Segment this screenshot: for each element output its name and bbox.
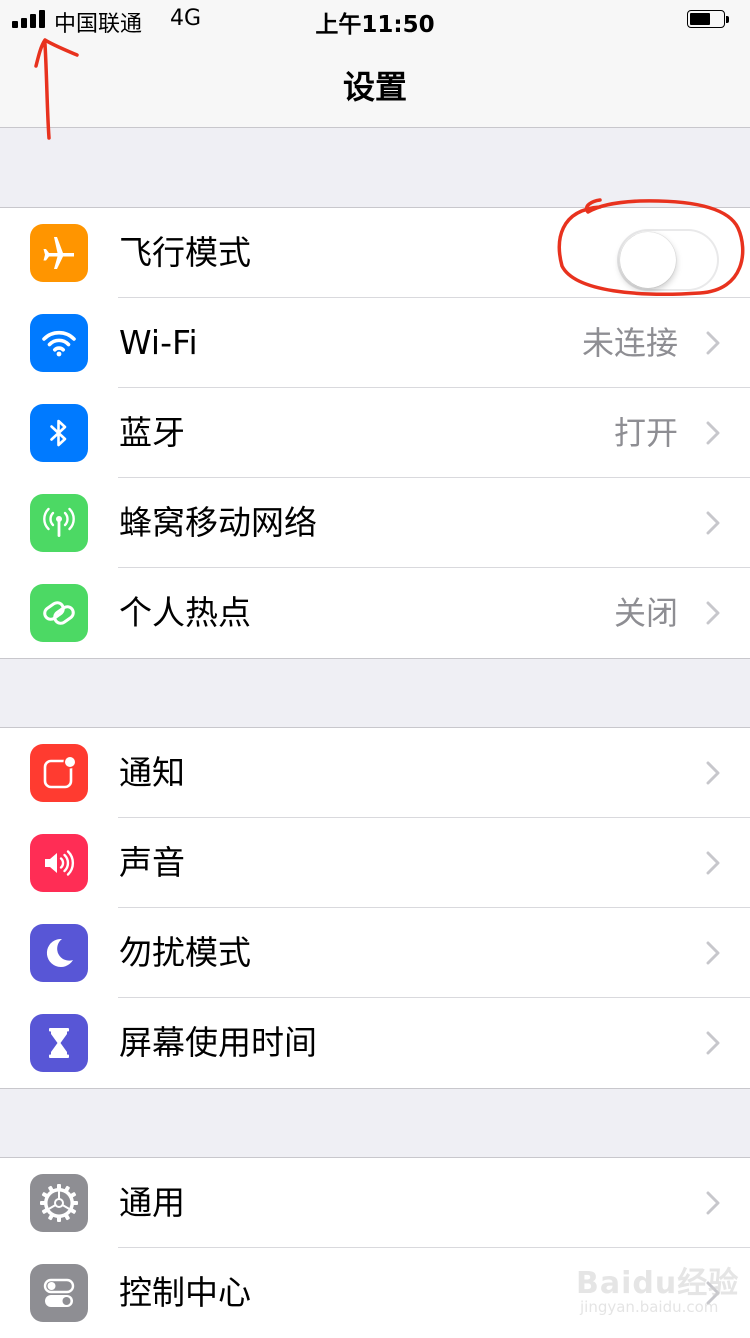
chevron-right-icon: [706, 331, 720, 355]
control-center-icon: [30, 1264, 88, 1322]
airplane-mode-toggle[interactable]: [617, 229, 719, 291]
chevron-right-icon: [706, 601, 720, 625]
status-time: 上午11:50: [315, 12, 435, 38]
hourglass-icon: [30, 1014, 88, 1072]
moon-icon: [30, 924, 88, 982]
settings-row-label: 蓝牙: [119, 413, 185, 452]
settings-row-personal-hotspot[interactable]: 个人热点 关闭: [0, 568, 750, 658]
settings-row-value: 未连接: [581, 324, 678, 362]
settings-row-label: Wi-Fi: [119, 323, 198, 362]
settings-row-screen-time[interactable]: 屏幕使用时间: [0, 998, 750, 1088]
chevron-right-icon: [706, 851, 720, 875]
settings-row-label: 个人热点: [119, 593, 251, 632]
connectivity-group: 飞行模式 Wi-Fi 未连接 蓝牙 打开 蜂窝移动网络 个人热点 关闭: [0, 207, 750, 659]
chevron-right-icon: [706, 1031, 720, 1055]
toggle-knob: [620, 232, 676, 288]
settings-row-notifications[interactable]: 通知: [0, 728, 750, 818]
bluetooth-icon: [30, 404, 88, 462]
settings-row-general[interactable]: 通用: [0, 1158, 750, 1248]
settings-row-label: 屏幕使用时间: [119, 1023, 317, 1062]
settings-row-value: 关闭: [613, 594, 678, 632]
settings-row-cellular[interactable]: 蜂窝移动网络: [0, 478, 750, 568]
watermark-brand: Baidu经验: [576, 1266, 740, 1301]
hotspot-link-icon: [30, 584, 88, 642]
battery-icon: [687, 10, 731, 30]
settings-row-do-not-disturb[interactable]: 勿扰模式: [0, 908, 750, 998]
page-title: 设置: [342, 68, 407, 106]
chevron-right-icon: [706, 511, 720, 535]
chevron-right-icon: [706, 1191, 720, 1215]
airplane-icon: [30, 224, 88, 282]
settings-row-label: 蜂窝移动网络: [119, 503, 317, 542]
settings-row-label: 勿扰模式: [119, 933, 251, 972]
settings-row-sounds[interactable]: 声音: [0, 818, 750, 908]
settings-row-label: 通知: [119, 753, 185, 792]
settings-row-value: 打开: [613, 414, 678, 452]
settings-row-bluetooth[interactable]: 蓝牙 打开: [0, 388, 750, 478]
settings-row-label: 声音: [119, 843, 185, 882]
chevron-right-icon: [706, 421, 720, 445]
red-annotation-overlay: [34, 38, 745, 296]
cellular-antenna-icon: [30, 494, 88, 552]
baidu-jingyan-watermark: Baidu经验 jingyan.baidu.com: [572, 1250, 742, 1324]
speaker-icon: [30, 834, 88, 892]
settings-row-label: 通用: [119, 1183, 185, 1222]
settings-row-airplane-mode: 飞行模式: [0, 208, 750, 298]
notifications-group: 通知 声音 勿扰模式 屏幕使用时间: [0, 727, 750, 1089]
gear-icon: [30, 1174, 88, 1232]
status-bar: 中国联通 4G 上午11:50: [0, 0, 750, 40]
chevron-right-icon: [706, 941, 720, 965]
chevron-right-icon: [706, 761, 720, 785]
notifications-icon: [30, 744, 88, 802]
watermark-url: jingyan.baidu.com: [580, 1298, 719, 1316]
wifi-icon: [30, 314, 88, 372]
settings-row-label: 控制中心: [119, 1273, 251, 1312]
settings-row-wifi[interactable]: Wi-Fi 未连接: [0, 298, 750, 388]
navigation-bar: 设置: [0, 40, 750, 128]
settings-row-label: 飞行模式: [119, 233, 251, 272]
